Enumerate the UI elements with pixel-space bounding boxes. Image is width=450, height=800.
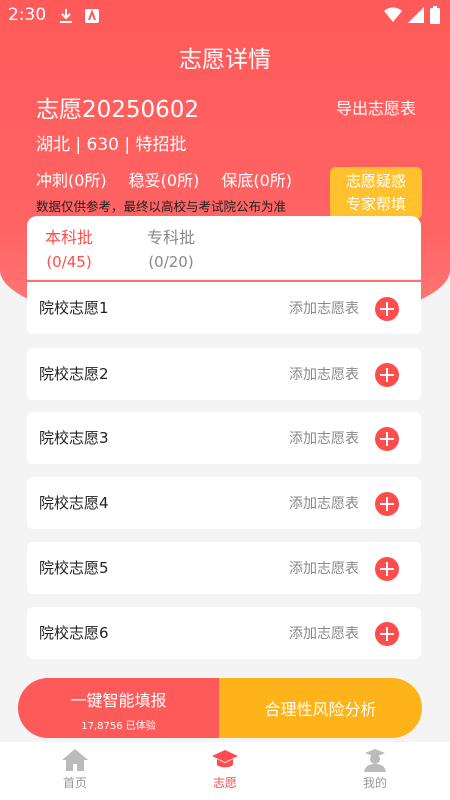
add-to-plan-label: 添加志愿表	[289, 561, 359, 577]
nav-zhiyuan[interactable]: 志愿	[150, 742, 300, 800]
list-item[interactable]: 院校志愿1 添加志愿表	[27, 282, 421, 334]
nav-label: 首页	[62, 776, 87, 790]
smart-fill-label: 一键智能填报	[70, 691, 167, 710]
add-to-plan-label: 添加志愿表	[289, 431, 359, 447]
add-circle-icon[interactable]	[375, 622, 399, 646]
nav-label: 志愿	[212, 776, 237, 790]
tab-label: 本科批	[45, 228, 94, 247]
plan-name: 志愿20250602	[36, 97, 200, 123]
row-label: 院校志愿2	[39, 365, 109, 383]
add-to-plan-label: 添加志愿表	[289, 301, 359, 317]
bottom-nav: 首页 志愿 我的	[0, 742, 450, 800]
row-label: 院校志愿5	[39, 559, 109, 577]
row-label: 院校志愿1	[39, 299, 109, 317]
risk-analysis-button[interactable]: 合理性风险分析	[219, 678, 422, 738]
tab-zhuanke[interactable]: 专科批 (0/20)	[147, 226, 195, 274]
add-circle-icon[interactable]	[375, 427, 399, 451]
batch-tabs: 本科批 (0/45) 专科批 (0/20)	[27, 216, 421, 280]
add-circle-icon[interactable]	[375, 363, 399, 387]
list-item[interactable]: 院校志愿6 添加志愿表	[27, 607, 421, 659]
list-item[interactable]: 院校志愿2 添加志愿表	[27, 348, 421, 400]
status-bar: 2:30	[0, 0, 450, 32]
download-icon	[60, 9, 72, 23]
expert-line-2: 专家帮填	[345, 195, 406, 213]
signal-icon	[408, 7, 424, 23]
add-circle-icon[interactable]	[375, 557, 399, 581]
chongci-count: 冲刺(0所)	[36, 171, 107, 190]
nav-label: 我的	[362, 776, 387, 790]
plan-meta: 湖北 | 630 | 特招批	[36, 135, 187, 155]
baodi-count: 保底(0所)	[221, 171, 293, 190]
nav-profile[interactable]: 我的	[300, 742, 450, 800]
status-icons	[384, 6, 440, 24]
nav-home[interactable]: 首页	[0, 742, 150, 800]
row-label: 院校志愿4	[39, 494, 109, 512]
add-to-plan-label: 添加志愿表	[289, 496, 359, 512]
wifi-icon	[384, 7, 402, 23]
app-notification-icon	[85, 9, 99, 23]
expert-help-button[interactable]: 志愿疑惑 专家帮填	[330, 167, 422, 219]
list-item[interactable]: 院校志愿5 添加志愿表	[27, 542, 421, 594]
wentuo-count: 稳妥(0所)	[128, 171, 200, 190]
list-item[interactable]: 院校志愿4 添加志愿表	[27, 477, 421, 529]
status-time: 2:30	[8, 5, 47, 25]
export-plan-button[interactable]: 导出志愿表	[336, 95, 416, 119]
row-label: 院校志愿3	[39, 429, 109, 447]
add-circle-icon[interactable]	[375, 297, 399, 321]
tab-benke[interactable]: 本科批 (0/45)	[45, 226, 93, 274]
profile-icon	[364, 749, 386, 772]
graduation-cap-icon	[212, 750, 238, 768]
tab-count: (0/45)	[46, 253, 92, 271]
add-circle-icon[interactable]	[375, 492, 399, 516]
tab-label: 专科批	[147, 228, 196, 247]
page-title: 志愿详情	[179, 47, 271, 73]
smart-fill-button[interactable]: 一键智能填报 17,8756 已体验	[18, 678, 219, 738]
disclaimer-text: 数据仅供参考，最终以高校与考试院公布为准	[36, 199, 287, 214]
tier-counts: 冲刺(0所) 稳妥(0所) 保底(0所)	[36, 167, 292, 191]
battery-icon	[430, 6, 440, 24]
row-label: 院校志愿6	[39, 624, 109, 642]
list-item[interactable]: 院校志愿3 添加志愿表	[27, 412, 421, 464]
smart-fill-usage: 17,8756 已体验	[81, 721, 156, 732]
add-to-plan-label: 添加志愿表	[289, 367, 359, 383]
tab-count: (0/20)	[148, 253, 194, 271]
expert-line-1: 志愿疑惑	[345, 172, 406, 190]
add-to-plan-label: 添加志愿表	[289, 626, 359, 642]
action-bar: 一键智能填报 17,8756 已体验 合理性风险分析	[18, 678, 422, 738]
home-icon	[62, 749, 88, 771]
